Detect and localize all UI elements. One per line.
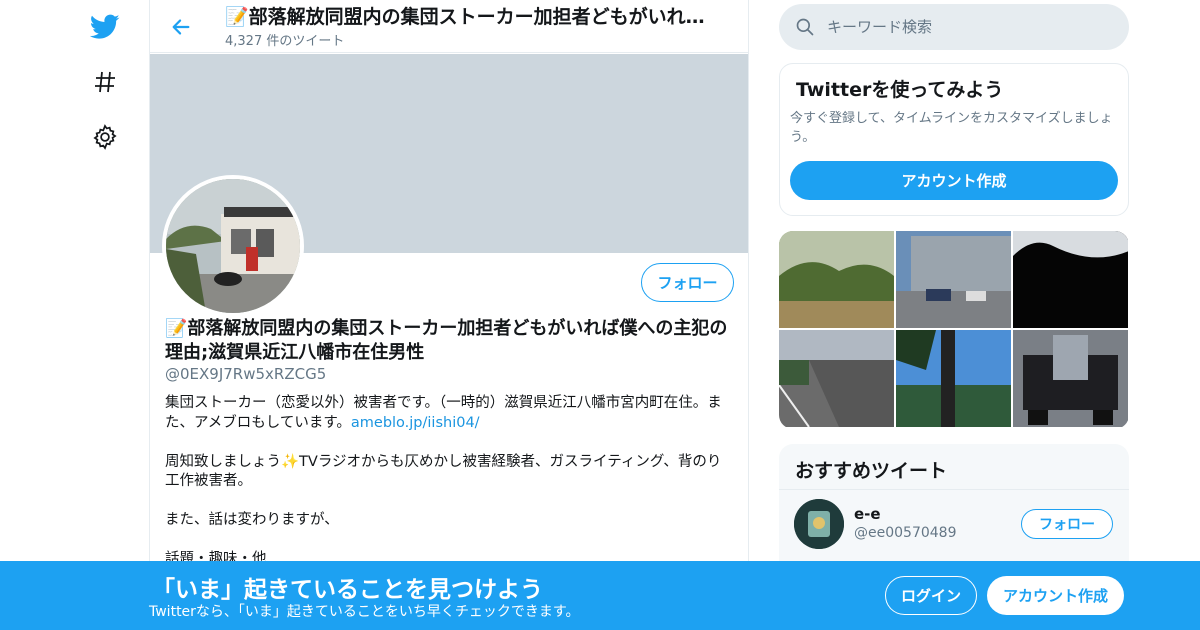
signup-card-title: Twitterを使ってみよう [796,79,1004,101]
profile-handle: @0EX9J7Rw5xRZCG5 [165,365,327,383]
tweet-count: 4,327 件のツイート [225,34,345,49]
search-icon [795,17,815,41]
prompt-title: 「いま」起きていることを見つけよう [152,577,543,603]
page-title: 📝部落解放同盟内の集団ストーカー加担者どもがいれば僕への主犯の理由;滋賀県近江八… [225,6,705,28]
media-thumbnail[interactable] [1013,231,1128,328]
bio-paragraph: 周知致しましょう✨TVラジオからも仄めかし被害経験者、ガスライティング、背のり工… [165,453,722,490]
media-thumbnail[interactable] [1013,330,1128,427]
recommended-user-handle: @ee00570489 [854,525,957,541]
bio-paragraph: 集団ストーカー（恋愛以外）被害者です。（一時的）滋賀県近江八幡市宮内町在住。また… [165,394,725,433]
profile-name: 📝部落解放同盟内の集団ストーカー加担者どもがいれば僕への主犯の理由;滋賀県近江八… [165,318,728,363]
profile-bio: 集団ストーカー（恋愛以外）被害者です。（一時的）滋賀県近江八幡市宮内町在住。また… [165,394,725,589]
search-input[interactable] [827,12,1107,42]
create-account-button[interactable]: アカウント作成 [790,161,1118,200]
divider [779,489,1129,490]
follow-button[interactable]: フォロー [1021,509,1113,539]
back-arrow-icon[interactable] [164,10,198,44]
media-grid [779,231,1129,429]
media-thumbnail[interactable] [896,330,1011,427]
login-button[interactable]: ログイン [885,576,977,615]
recommended-user-name[interactable]: e-e [854,505,881,523]
recommended-title: おすすめツイート [795,460,948,482]
media-thumbnail[interactable] [779,231,894,328]
create-account-button[interactable]: アカウント作成 [987,576,1124,615]
media-thumbnail[interactable] [779,330,894,427]
media-thumbnail[interactable] [896,231,1011,328]
left-nav [80,0,130,630]
bio-link[interactable]: ameblo.jp/iishi04/ [351,415,480,431]
signup-card-description: 今すぐ登録して、タイムラインをカスタマイズしましょう。 [790,111,1113,145]
page: 📝部落解放同盟内の集団ストーカー加担者どもがいれば僕への主犯の理由;滋賀県近江八… [0,0,1200,630]
avatar[interactable] [794,499,844,549]
avatar[interactable] [162,175,304,317]
twitter-bird-icon[interactable] [80,2,130,52]
profile-column: 📝部落解放同盟内の集団ストーカー加担者どもがいれば僕への主犯の理由;滋賀県近江八… [149,0,749,630]
prompt-subtitle: Twitterなら、「いま」起きていることをいち早くチェックできます。 [149,604,580,620]
gear-icon[interactable] [80,112,130,162]
profile-header-bar: 📝部落解放同盟内の集団ストーカー加担者どもがいれば僕への主犯の理由;滋賀県近江八… [150,0,748,53]
follow-button[interactable]: フォロー [641,263,734,302]
signup-prompt-bar: 「いま」起きていることを見つけよう Twitterなら、「いま」起きていることを… [0,561,1200,630]
bio-paragraph: また、話は変わりますが、 [165,512,339,528]
signup-card: Twitterを使ってみよう 今すぐ登録して、タイムラインをカスタマイズしましょ… [779,63,1129,216]
search-box [779,4,1129,50]
hashtag-icon[interactable] [80,57,130,107]
